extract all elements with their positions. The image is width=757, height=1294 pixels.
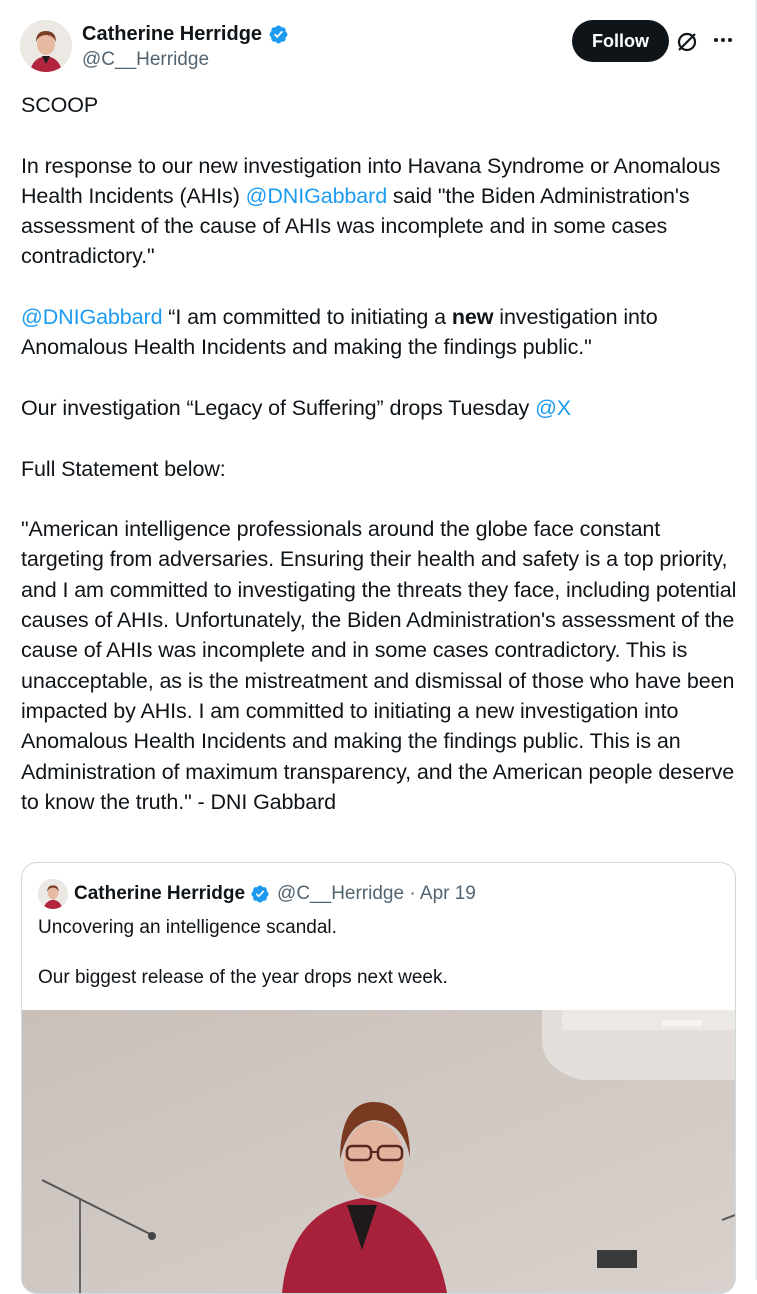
follow-button[interactable]: Follow <box>572 20 669 62</box>
quoted-tweet-card[interactable]: Catherine Herridge @C__Herridge · Apr 19… <box>21 862 736 1294</box>
tweet-header: Catherine Herridge @C__Herridge Follow <box>20 18 735 74</box>
quoted-handle-date[interactable]: @C__Herridge · Apr 19 <box>277 883 476 905</box>
mention-link[interactable]: @DNIGabbard <box>21 305 163 329</box>
tweet-paragraph: In response to our new investigation int… <box>21 151 741 272</box>
video-thumbnail[interactable] <box>22 1010 735 1293</box>
tweet-paragraph: SCOOP <box>21 90 741 120</box>
avatar[interactable] <box>20 20 72 72</box>
mention-link[interactable]: @X <box>535 396 571 420</box>
statement-text: "American intelligence professionals aro… <box>21 517 737 814</box>
tweet-paragraph: "American intelligence professionals aro… <box>21 514 741 817</box>
verified-badge-icon <box>250 884 270 904</box>
tweet-text-span: Full Statement below: <box>21 456 226 481</box>
tweet-paragraph: Our investigation “Legacy of Suffering” … <box>21 393 741 423</box>
author-name[interactable]: Catherine Herridge <box>82 22 262 46</box>
grok-icon[interactable] <box>675 30 699 54</box>
author-block: Catherine Herridge @C__Herridge <box>82 22 289 73</box>
tweet-text-span: “I am committed to initiating a <box>162 305 452 330</box>
quoted-line: Our biggest release of the year drops ne… <box>38 967 448 988</box>
tweet-paragraph: Full Statement below: <box>21 454 741 484</box>
quoted-avatar[interactable] <box>38 879 68 909</box>
tweet-text: SCOOP In response to our new investigati… <box>21 90 741 847</box>
mention-link[interactable]: @DNIGabbard <box>246 184 388 208</box>
scoop-text: SCOOP <box>21 93 99 117</box>
verified-badge-icon[interactable] <box>268 24 289 45</box>
quoted-tweet-text: Uncovering an intelligence scandal. Our … <box>38 915 448 1015</box>
author-handle[interactable]: @C__Herridge <box>82 47 289 73</box>
quoted-line: Uncovering an intelligence scandal. <box>38 917 337 938</box>
quoted-tweet-header: Catherine Herridge @C__Herridge · Apr 19 <box>38 879 476 909</box>
bold-text: new <box>451 305 494 330</box>
tweet-paragraph: @DNIGabbard “I am committed to initiatin… <box>21 302 741 363</box>
more-icon[interactable] <box>711 28 735 52</box>
quoted-author-name[interactable]: Catherine Herridge <box>74 883 245 905</box>
tweet-text-span: Our investigation “Legacy of Suffering” … <box>21 395 536 420</box>
